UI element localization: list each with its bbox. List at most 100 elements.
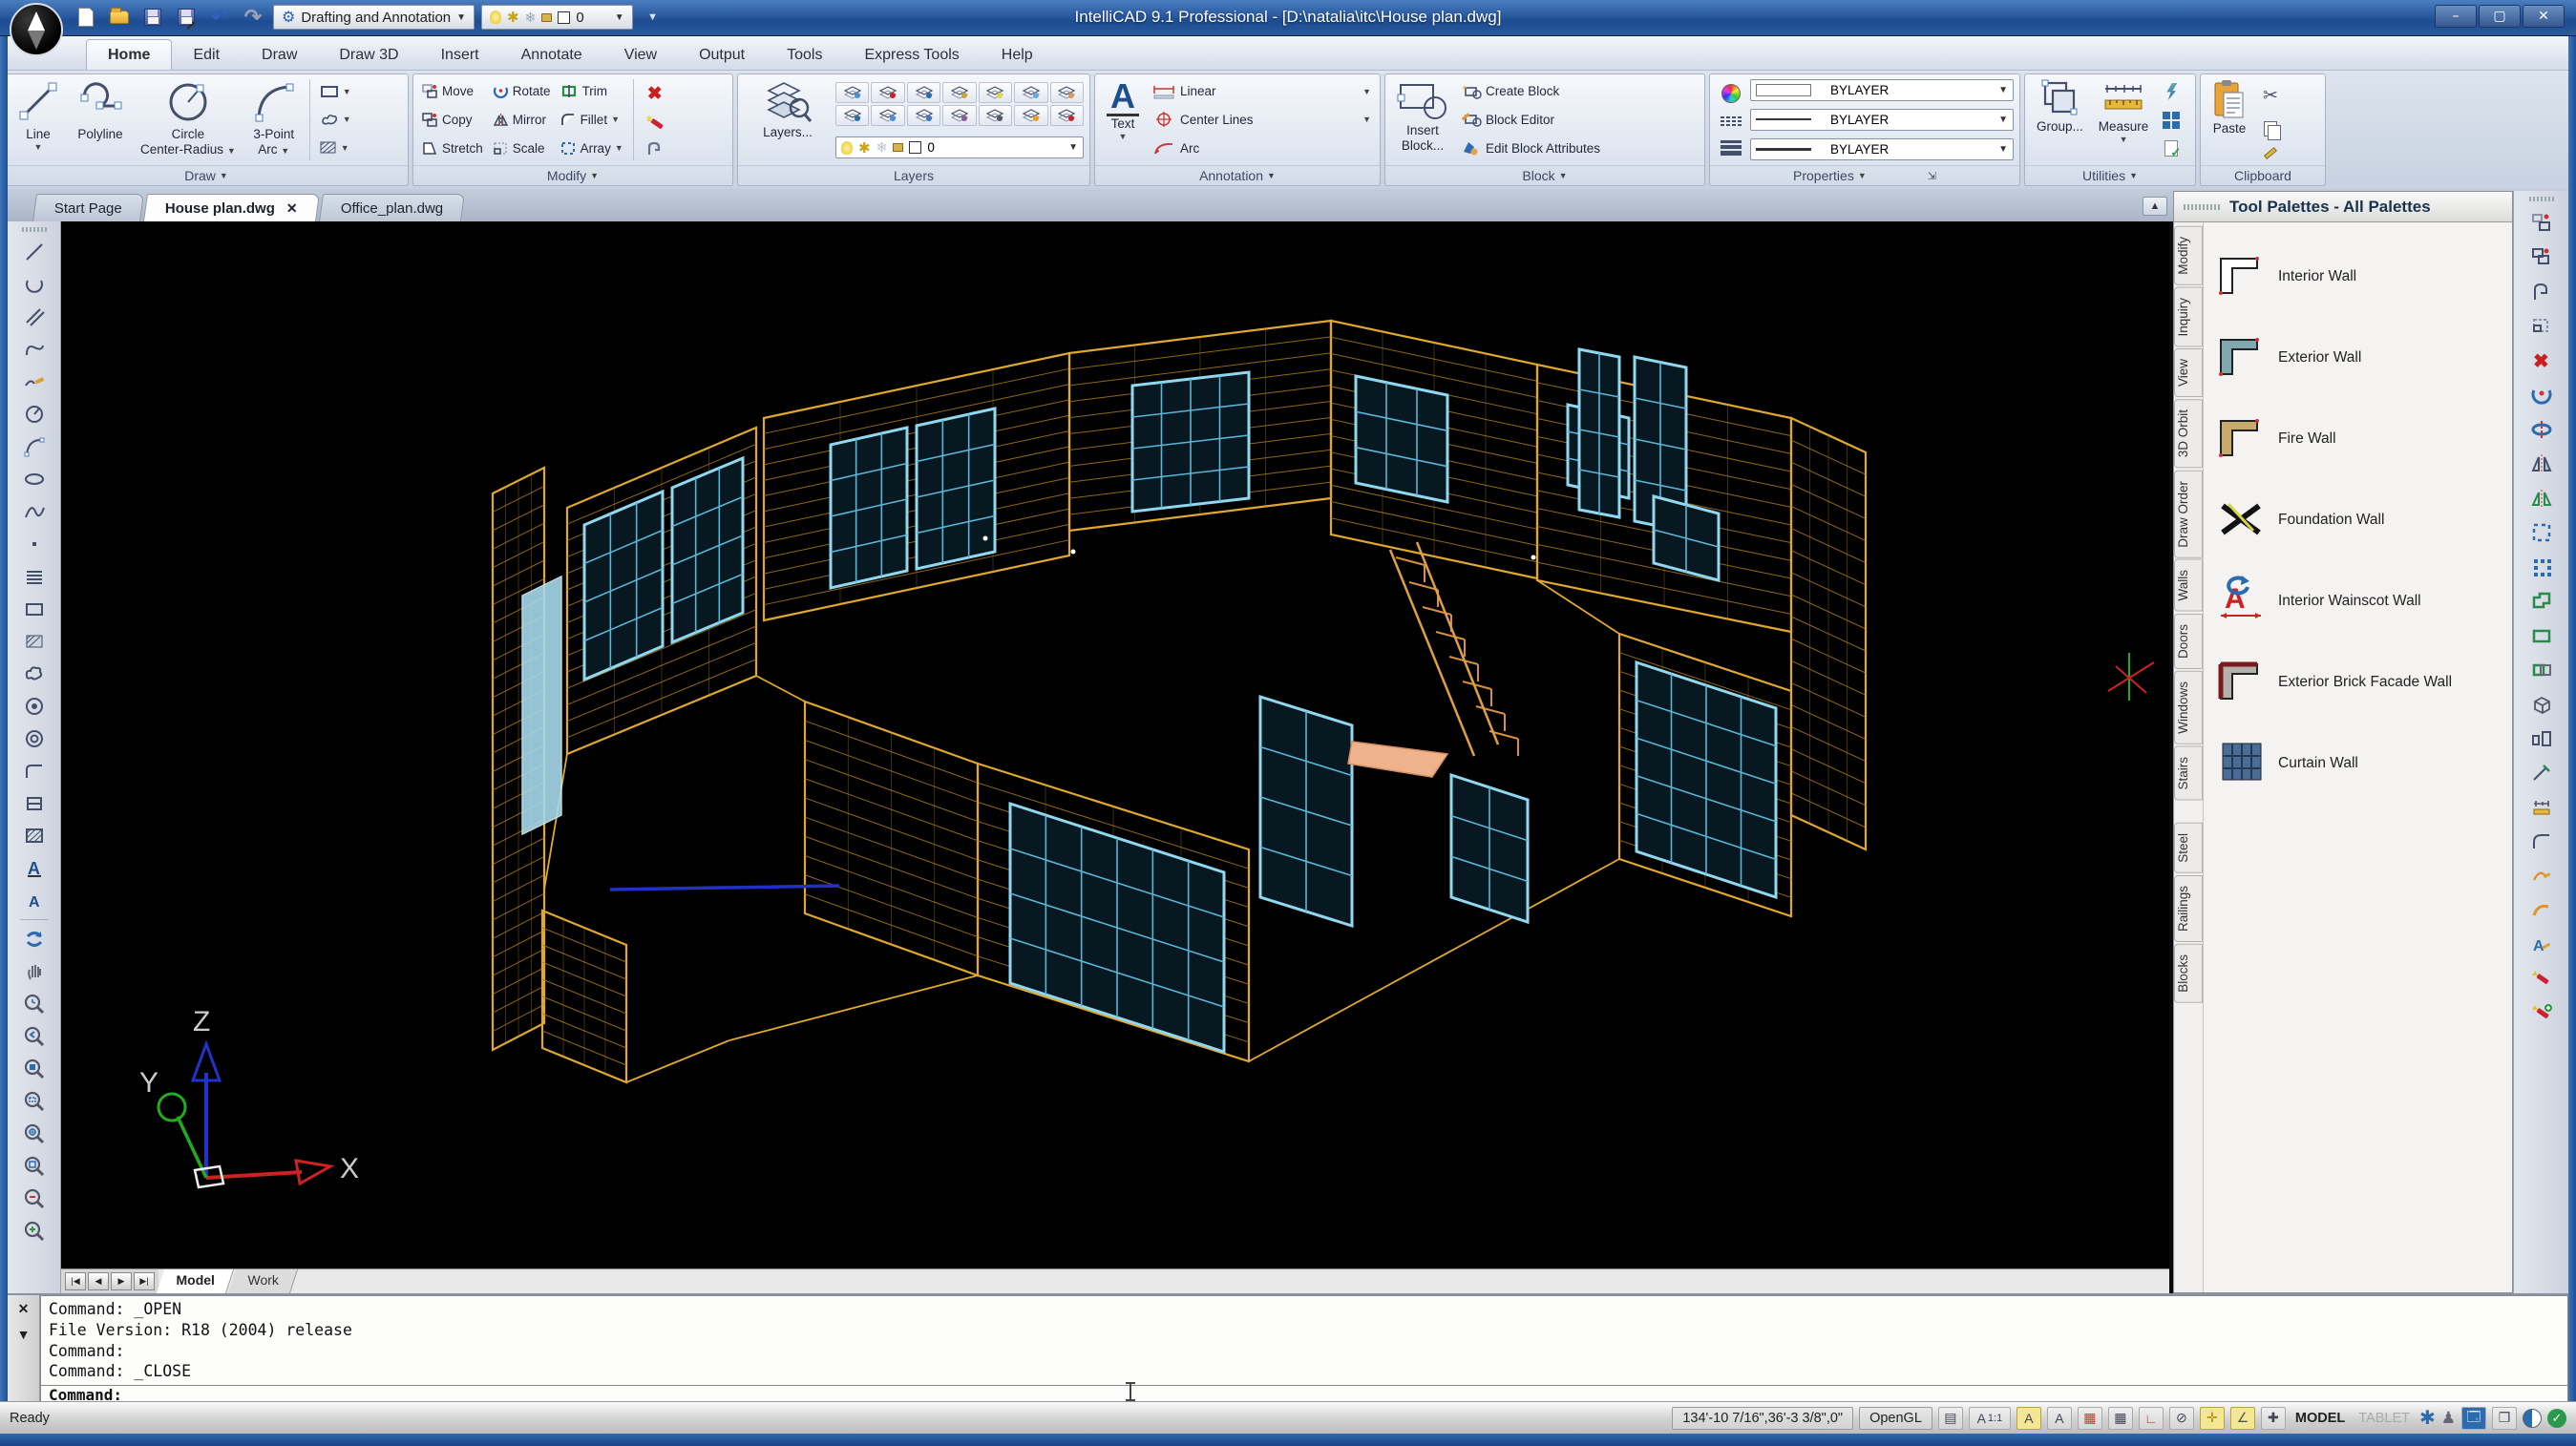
toolbar-grip[interactable] [22,227,47,232]
layer-tool-icon-12[interactable] [979,105,1012,126]
palette-tab-windows[interactable]: Windows [2174,671,2203,744]
palette-tab-view[interactable]: View [2174,348,2203,397]
ortho-icon[interactable]: ∟ [2139,1407,2164,1430]
save-as-icon[interactable] [173,4,200,31]
palette-tab-steel[interactable]: Steel [2174,823,2203,873]
audit-icon[interactable]: ✓ [2164,140,2178,157]
array-icon[interactable] [2525,516,2558,548]
annotation-scale-icon[interactable]: A 1:1 [1969,1407,2011,1430]
workspace-select[interactable]: ⚙ Drafting and Annotation ▼ [273,5,475,30]
copy-icon[interactable] [2525,241,2558,273]
prev-layout-button[interactable]: ◀ [88,1272,109,1290]
insert-block-button[interactable]: InsertBlock... [1391,77,1454,162]
layer-tool-icon-5[interactable] [979,82,1012,103]
paste-button[interactable]: Paste [2206,77,2252,162]
palette-tab-blocks[interactable]: Blocks [2174,944,2203,1003]
polar-icon[interactable]: ⊘ [2169,1407,2194,1430]
circle-button[interactable]: Circle Center-Radius ▼ [135,77,242,162]
panel-label-draw[interactable]: Draw▼ [5,165,408,185]
elbow-icon[interactable] [18,755,51,786]
doc-tab-office-plan-dwg[interactable]: Office_plan.dwg [319,194,465,221]
ribbon-tab-view[interactable]: View [603,40,678,70]
open-file-icon[interactable] [106,4,133,31]
dialog-launcher-icon[interactable]: ⇲ [1928,170,1936,182]
palette-item-exterior-wall[interactable]: Exterior Wall [2209,317,2506,398]
grid-icon[interactable]: ▦ [2108,1407,2133,1430]
ribbon-tab-home[interactable]: Home [86,39,172,70]
layer-tool-icon-1[interactable] [835,82,869,103]
cut-icon[interactable]: ✂ [2263,85,2278,107]
doc-tab-start-page[interactable]: Start Page [32,194,144,221]
sketch-icon[interactable] [18,366,51,397]
explode-icon[interactable] [2525,963,2558,995]
panel-label-annotation[interactable]: Annotation▼ [1095,165,1380,185]
zoom-in-icon[interactable] [18,1215,51,1247]
parallel-icon[interactable] [18,301,51,332]
drawing-canvas[interactable]: ZYX |◀ ◀ ▶ ▶| Model Work [61,221,2169,1293]
point-icon[interactable] [18,528,51,559]
tab-model[interactable]: Model [157,1269,235,1293]
box-3d-icon[interactable] [2525,688,2558,720]
palette-tab-modify[interactable]: Modify [2174,226,2203,285]
section-icon[interactable] [2525,723,2558,754]
lineweight-icon[interactable] [1721,140,1742,156]
block-editor-button[interactable]: Block Editor [1458,110,1699,129]
command-history[interactable]: Command: _OPENFile Version: R18 (2004) r… [40,1295,2568,1385]
explode-plus-icon[interactable] [2525,997,2558,1029]
linetype-select[interactable]: BYLAYER▼ [1750,109,2014,131]
quick-select-icon[interactable] [2165,83,2177,100]
mirror-button[interactable]: Mirror [490,110,554,129]
panel-label-properties[interactable]: Properties▼⇲ [1710,165,2019,185]
edit-text-icon[interactable]: A [2525,929,2558,960]
annotation-auto-icon[interactable]: A [2047,1407,2072,1430]
ribbon-tab-annotate[interactable]: Annotate [500,40,603,70]
user-icon[interactable]: ♟ [2441,1409,2456,1428]
line-icon[interactable] [18,236,51,267]
edit-arc-icon[interactable] [2525,894,2558,926]
offset-icon[interactable] [2525,276,2558,307]
palette-tab-3d-orbit[interactable]: 3D Orbit [2174,399,2203,468]
panel-label-layers[interactable]: Layers [738,165,1089,185]
edit-curve-icon[interactable] [2525,860,2558,891]
revcloud-tool-button[interactable]: ▼ [317,110,367,129]
panel-label-modify[interactable]: Modify▼ [413,165,732,185]
maximize-button[interactable]: ▢ [2479,5,2521,28]
layer-select[interactable]: ✱ ❄ 0 ▼ [835,136,1084,158]
windows-icon[interactable]: ❐ [2492,1407,2517,1430]
quick-calc-icon[interactable] [2163,112,2180,129]
format-painter-icon[interactable] [2264,147,2277,159]
dim-linear-button[interactable]: Linear▼ [1149,82,1374,101]
ribbon-tab-edit[interactable]: Edit [172,40,241,70]
command-expand-icon[interactable]: ▼ [17,1327,31,1342]
explode-icon[interactable] [645,115,665,131]
snap-icon[interactable]: ▦ [2078,1407,2102,1430]
layers-browse-button[interactable]: Layers... [744,77,832,162]
mirror-3d-icon[interactable] [2525,482,2558,513]
palette-tab-walls[interactable]: Walls [2174,559,2203,612]
edit-block-attributes-button[interactable]: Edit Block Attributes [1458,138,1699,157]
fillet-button[interactable]: Fillet▼ [558,110,626,129]
remote-icon[interactable]: 🗔 [2461,1407,2486,1430]
copy-clip-icon[interactable] [2264,121,2277,136]
ok-check-icon[interactable]: ✓ [2547,1409,2566,1428]
coordinates-readout[interactable]: 134'-10 7/16",36'-3 3/8",0" [1672,1407,1853,1430]
tab-work[interactable]: Work [228,1269,299,1293]
layer-tool-icon-7[interactable] [1050,82,1084,103]
renderer-label[interactable]: OpenGL [1859,1407,1932,1430]
palette-grip[interactable] [2184,204,2222,210]
rectangle-tool-button[interactable]: ▼ [317,82,367,101]
rotate-button[interactable]: Rotate [490,82,554,101]
minimize-button[interactable]: – [2435,5,2477,28]
erase-icon[interactable]: ✖ [2525,345,2558,376]
layer-tool-icon-3[interactable] [907,82,940,103]
close-button[interactable]: ✕ [2523,5,2565,28]
layer-tool-icon-9[interactable] [871,105,904,126]
ribbon-tab-help[interactable]: Help [981,40,1054,70]
layer-tool-icon-4[interactable] [942,82,976,103]
outline-icon[interactable] [2525,585,2558,617]
polyline-button[interactable]: Polyline [70,77,131,162]
application-menu-button[interactable] [10,3,63,56]
palette-item-curtain-wall[interactable]: Curtain Wall [2209,723,2506,804]
undo-icon[interactable]: ↶ [206,4,233,31]
layer-tool-icon-2[interactable] [871,82,904,103]
